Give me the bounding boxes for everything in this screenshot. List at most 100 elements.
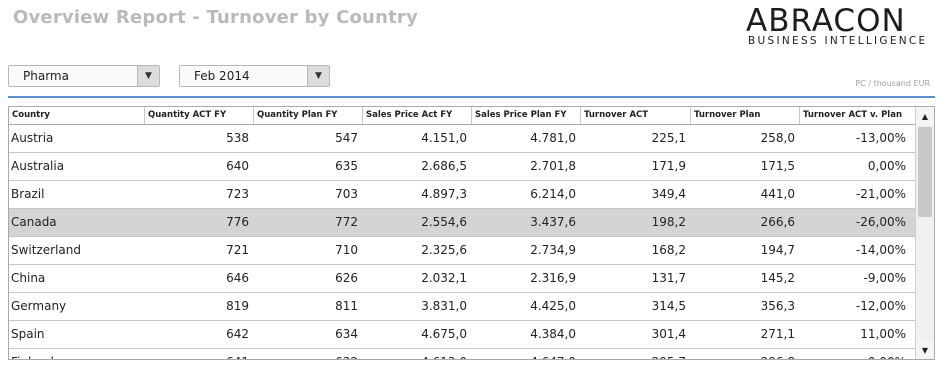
table-cell: 632: [254, 349, 363, 359]
table-row[interactable]: Austria 538 547 4.151,0 4.781,0 225,1 258,0 -13…: [9, 125, 915, 153]
chevron-down-icon[interactable]: ▼: [307, 66, 329, 86]
table-cell: 314,5: [651, 299, 686, 313]
table-cell: 2.554,6: [421, 215, 467, 229]
table-cell: -9,00%: [863, 271, 906, 285]
column-header-quantity-act[interactable]: Quantity ACT FY: [145, 107, 254, 124]
table-row[interactable]: Australia 640 635 2.686,5 2.701,8 171,9 171,5 0…: [9, 153, 915, 181]
table-cell: 131,7: [651, 271, 686, 285]
table-cell: 349,4: [651, 187, 686, 201]
table-cell: 3.437,6: [530, 215, 576, 229]
logo-tagline: BUSINESS INTELLIGENCE: [748, 35, 928, 47]
table-cell: -21,00%: [855, 187, 906, 201]
table-cell: 6.214,0: [530, 187, 576, 201]
table-cell: 4.384,0: [530, 327, 576, 341]
table-cell: 171,5: [760, 159, 795, 173]
scrollbar-thumb[interactable]: [918, 127, 932, 217]
table-cell: 703: [335, 187, 358, 201]
table-cell: 441,0: [760, 187, 795, 201]
table-cell: 4.151,0: [421, 131, 467, 145]
table-cell: 4.613,0: [363, 349, 472, 359]
table-cell: 258,0: [760, 131, 795, 145]
table-cell: 4.897,3: [421, 187, 467, 201]
table-cell: 145,2: [760, 271, 795, 285]
table-cell: -12,00%: [855, 299, 906, 313]
table-cell: 4.425,0: [530, 299, 576, 313]
cell-country: Australia: [11, 159, 65, 173]
table-cell: 266,6: [760, 215, 795, 229]
table-cell: 538: [226, 131, 249, 145]
column-header-turnover-act[interactable]: Turnover ACT: [581, 107, 691, 124]
header-divider: [8, 96, 935, 98]
table-cell: 642: [226, 327, 249, 341]
table-cell: 3.831,0: [421, 299, 467, 313]
table-cell: 0,00%: [867, 159, 906, 173]
arrow-down-icon[interactable]: ▼: [916, 341, 934, 359]
table-cell: 225,1: [651, 131, 686, 145]
chevron-down-icon[interactable]: ▼: [137, 66, 159, 86]
table-cell: 635: [335, 159, 358, 173]
column-header-quantity-plan[interactable]: Quantity Plan FY: [254, 107, 363, 124]
table-cell: 646: [226, 271, 249, 285]
turnover-table: Country Quantity ACT FY Quantity Plan FY…: [8, 106, 935, 360]
table-cell: -14,00%: [855, 243, 906, 257]
table-cell: 194,7: [760, 243, 795, 257]
table-cell: 811: [335, 299, 358, 313]
table-cell: -26,00%: [855, 215, 906, 229]
segment-dropdown-value: Pharma: [23, 69, 69, 83]
table-cell: 2.032,1: [421, 271, 467, 285]
table-row[interactable]: Switzerland 721 710 2.325,6 2.734,9 168,2 194,…: [9, 237, 915, 265]
table-row[interactable]: Brazil 723 703 4.897,3 6.214,0 349,4 441,0 -21,…: [9, 181, 915, 209]
unit-note: PC / thousand EUR: [855, 79, 930, 88]
page-title: Overview Report - Turnover by Country: [13, 7, 418, 28]
segment-dropdown[interactable]: Pharma ▼: [8, 65, 160, 87]
table-row[interactable]: China 646 626 2.032,1 2.316,9 131,7 145,2 -9,00…: [9, 265, 915, 293]
table-cell: 2.701,8: [530, 159, 576, 173]
abracon-logo: ABRACON BUSINESS INTELLIGENCE: [746, 4, 941, 48]
table-row[interactable]: Finland6416324.613,04.647,0295,7296,80,0…: [9, 349, 915, 359]
table-row[interactable]: Spain 642 634 4.675,0 4.384,0 301,4 271,1 11,00…: [9, 321, 915, 349]
period-dropdown-value: Feb 2014: [194, 69, 250, 83]
column-header-turnover-variance[interactable]: Turnover ACT v. Plan: [800, 107, 911, 124]
table-cell: -13,00%: [855, 131, 906, 145]
arrow-up-icon[interactable]: ▲: [916, 107, 934, 125]
column-header-sales-price-plan[interactable]: Sales Price Plan FY: [472, 107, 581, 124]
cell-country: Brazil: [11, 187, 45, 201]
table-cell: 296,8: [691, 349, 800, 359]
cell-country: Germany: [11, 299, 67, 313]
table-cell: 2.325,6: [421, 243, 467, 257]
table-cell: 301,4: [651, 327, 686, 341]
table-cell: 772: [335, 215, 358, 229]
table-cell: 11,00%: [860, 327, 906, 341]
cell-country: China: [11, 271, 46, 285]
cell-country: Finland: [9, 349, 145, 359]
table-cell: 721: [226, 243, 249, 257]
table-cell: 4.675,0: [421, 327, 467, 341]
table-cell: 171,9: [651, 159, 686, 173]
column-header-sales-price-act[interactable]: Sales Price Act FY: [363, 107, 472, 124]
table-cell: 640: [226, 159, 249, 173]
table-cell: 168,2: [651, 243, 686, 257]
table-row[interactable]: Canada 776 772 2.554,6 3.437,6 198,2 266,6 -26,…: [9, 209, 915, 237]
table-cell: 356,3: [760, 299, 795, 313]
column-header-turnover-plan[interactable]: Turnover Plan: [691, 107, 800, 124]
column-header-country[interactable]: Country: [9, 107, 145, 124]
table-cell: 626: [335, 271, 358, 285]
table-cell: 2.734,9: [530, 243, 576, 257]
table-header: Country Quantity ACT FY Quantity Plan FY…: [9, 107, 915, 125]
table-cell: 295,7: [581, 349, 691, 359]
cell-country: Spain: [11, 327, 45, 341]
cell-country: Austria: [11, 131, 54, 145]
table-cell: 0,00%: [800, 349, 911, 359]
table-cell: 634: [335, 327, 358, 341]
table-cell: 547: [335, 131, 358, 145]
vertical-scrollbar[interactable]: ▲ ▼: [915, 107, 934, 359]
table-cell: 723: [226, 187, 249, 201]
table-cell: 4.781,0: [530, 131, 576, 145]
table-row[interactable]: Germany 819 811 3.831,0 4.425,0 314,5 356,3 -12…: [9, 293, 915, 321]
cell-country: Canada: [11, 215, 57, 229]
table-cell: 2.316,9: [530, 271, 576, 285]
table-cell: 819: [226, 299, 249, 313]
table-cell: 641: [145, 349, 254, 359]
table-cell: 4.647,0: [472, 349, 581, 359]
period-dropdown[interactable]: Feb 2014 ▼: [179, 65, 330, 87]
